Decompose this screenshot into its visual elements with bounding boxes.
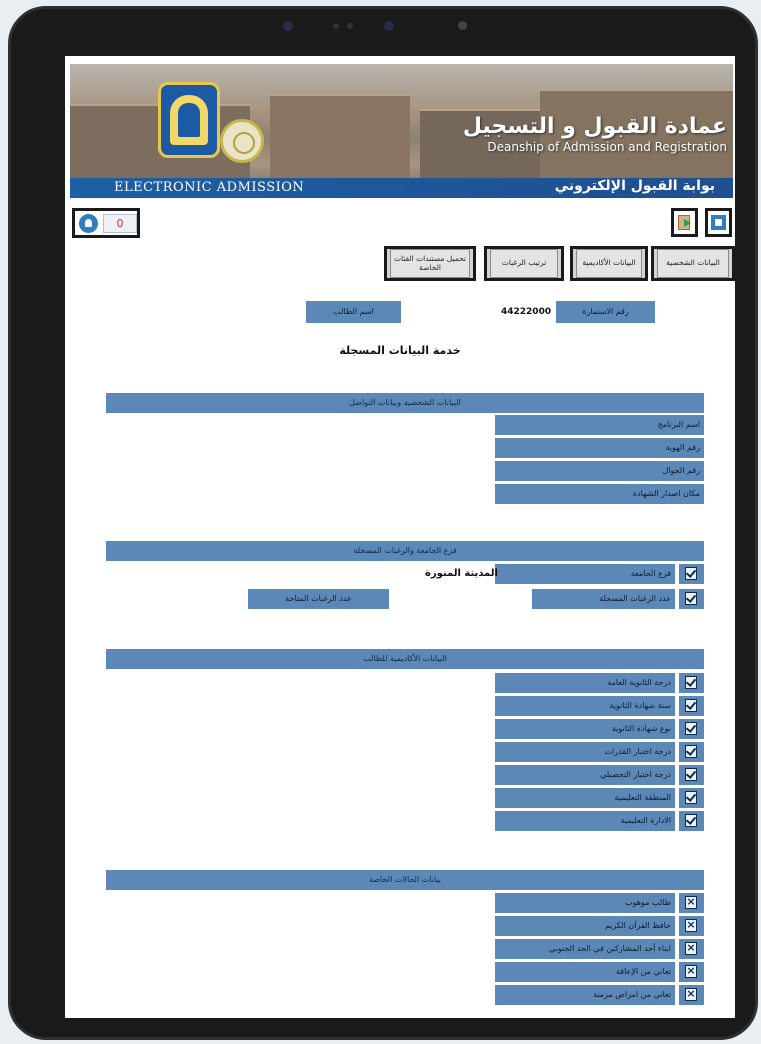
sensor-icon [333, 23, 339, 29]
tab-wishes-order[interactable]: ترتيب الرغبات [484, 246, 564, 281]
notification-count: 0 [103, 214, 137, 233]
academic-checkbox[interactable] [679, 696, 704, 716]
checkbox-x-icon: × [685, 941, 697, 955]
university-logo [158, 82, 220, 158]
field-available-wishes: عدد الرغبات المتاحة [248, 589, 389, 609]
field-program-name: اسم البرنامج [495, 415, 704, 435]
application-number-label: رقم الاستمارة [556, 301, 655, 323]
special-checkbox[interactable]: × [679, 916, 704, 936]
tab-label: ترتيب الرغبات [490, 249, 558, 278]
tab-personal-data[interactable]: البيانات الشخصية [651, 246, 735, 281]
section-branch-header: فرع الجامعة والرغبات المسجلة [106, 541, 704, 561]
special-checkbox[interactable]: × [679, 962, 704, 982]
checkbox-x-icon: × [685, 918, 697, 932]
tablet-frame: عمادة القبول و التسجيل Deanship of Admis… [8, 6, 758, 1040]
academic-checkbox[interactable] [679, 719, 704, 739]
academic-checkbox[interactable] [679, 811, 704, 831]
application-number-value: 44222000 [501, 307, 552, 317]
banner-strip: ELECTRONIC ADMISSION بوابة القبول الإلكت… [70, 178, 733, 198]
strip-title-en: ELECTRONIC ADMISSION [114, 180, 305, 195]
academic-checkbox[interactable] [679, 788, 704, 808]
checkbox-checked-icon [685, 745, 697, 758]
field-achievement-score: درجة اختبار التحصيلي [495, 765, 675, 785]
field-mobile: رقم الجوال [495, 461, 704, 481]
tab-label: البيانات الشخصية [657, 249, 729, 278]
camera-icon [384, 21, 394, 31]
field-quran: حافظ القرآن الكريم [495, 916, 675, 936]
field-national-id: رقم الهوية [495, 438, 704, 458]
field-education-office: الادارة التعليمية [495, 811, 675, 831]
banner-title-ar: عمادة القبول و التسجيل [462, 114, 727, 139]
sensor-icon [458, 21, 467, 30]
field-disability: تعاني من الإعاقة [495, 962, 675, 982]
page-title: خدمة البيانات المسجلة [339, 344, 461, 357]
checkbox-checked-icon [685, 592, 697, 605]
section-personal-header: البيانات الشخصية وبيانات التواصل [106, 393, 704, 413]
checkbox-checked-icon [685, 699, 697, 712]
field-hs-grade: درجة الثانوية العامة [495, 673, 675, 693]
field-hs-type: نوع شهادة الثانوية [495, 719, 675, 739]
special-checkbox[interactable]: × [679, 893, 704, 913]
checkbox-x-icon: × [685, 964, 697, 978]
field-education-region: المنطقة التعليمية [495, 788, 675, 808]
notifications-button[interactable]: 0 [72, 208, 140, 238]
strip-title-ar: بوابة القبول الإلكتروني [554, 178, 715, 194]
field-gifted: طالب موهوب [495, 893, 675, 913]
exit-icon [678, 215, 691, 230]
banner-title-en: Deanship of Admission and Registration [487, 140, 727, 154]
field-wishes-count: عدد الرغبات المسجلة [532, 589, 675, 609]
sensor-icon [347, 23, 353, 29]
camera-icon [283, 21, 293, 31]
field-southern-border: ابناء أحد المشاركين في الحد الجنوبي [495, 939, 675, 959]
checkbox-x-icon: × [685, 895, 697, 909]
field-branch: فرع الجامعة [495, 564, 675, 584]
student-name-label: اسم الطالب [306, 301, 401, 323]
home-button[interactable] [705, 208, 732, 237]
checkbox-checked-icon [685, 567, 697, 580]
academic-checkbox[interactable] [679, 765, 704, 785]
field-chronic-illness: تعاني من امراض مزمنة [495, 985, 675, 1005]
special-checkbox[interactable]: × [679, 939, 704, 959]
checkbox-checked-icon [685, 791, 697, 804]
screen: عمادة القبول و التسجيل Deanship of Admis… [65, 56, 735, 1018]
field-hs-year: سنة شهادة الثانوية [495, 696, 675, 716]
checkbox-checked-icon [685, 768, 697, 781]
academic-checkbox[interactable] [679, 673, 704, 693]
section-academic-header: البيانات الأكاديمية للطالب [106, 649, 704, 669]
checkbox-checked-icon [685, 676, 697, 689]
tab-academic-data[interactable]: البيانات الأكاديمية [570, 246, 648, 281]
tab-label: تحميل مستندات الفئات الخاصة [390, 249, 470, 278]
branch-checkbox[interactable] [679, 564, 704, 584]
tab-special-docs[interactable]: تحميل مستندات الفئات الخاصة [384, 246, 476, 281]
branch-value: المدينة المنورة [425, 568, 498, 579]
field-aptitude-score: درجة اختبار القدرات [495, 742, 675, 762]
special-checkbox[interactable]: × [679, 985, 704, 1005]
checkbox-checked-icon [685, 722, 697, 735]
wishes-checkbox[interactable] [679, 589, 704, 609]
academic-checkbox[interactable] [679, 742, 704, 762]
section-special-header: بيانات الحالات الخاصة [106, 870, 704, 890]
tab-label: البيانات الأكاديمية [576, 249, 642, 278]
accreditation-seal [220, 119, 264, 163]
checkbox-x-icon: × [685, 987, 697, 1001]
header-banner: عمادة القبول و التسجيل Deanship of Admis… [70, 64, 733, 198]
bell-icon [79, 214, 98, 233]
home-icon [711, 215, 726, 230]
field-certificate-place: مكان اصدار الشهادة [495, 484, 704, 504]
checkbox-checked-icon [685, 814, 697, 827]
logout-button[interactable] [671, 208, 698, 237]
